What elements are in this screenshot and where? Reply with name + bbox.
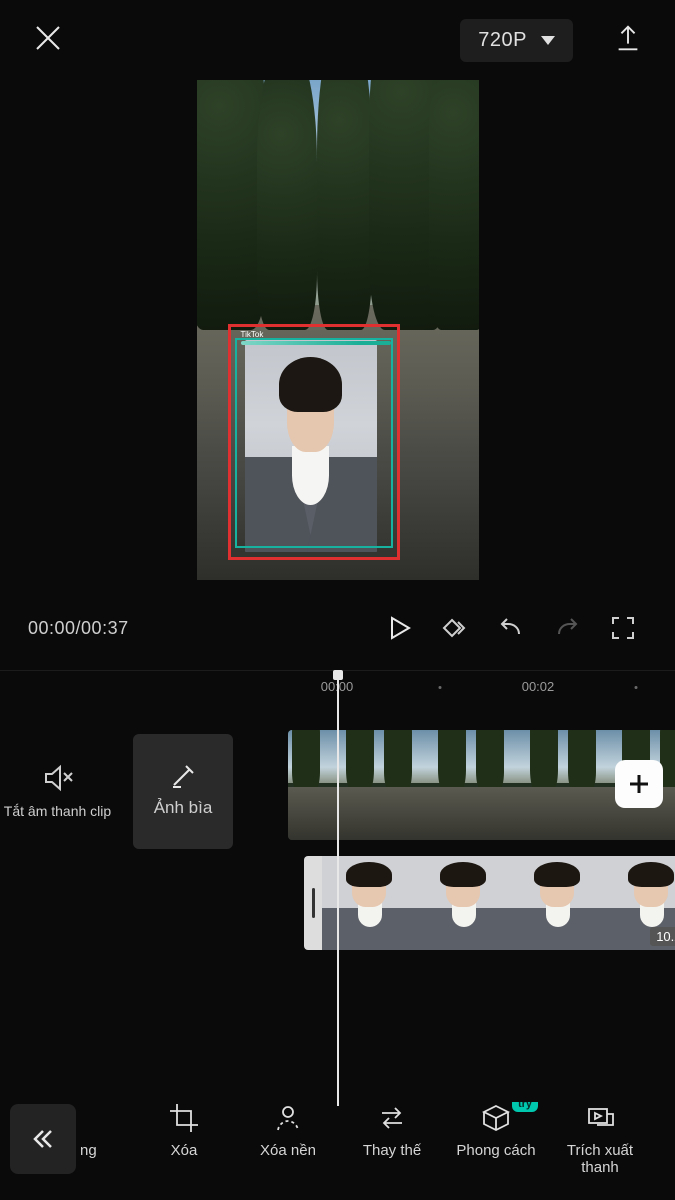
mute-clip-label: Tắt âm thanh clip (4, 802, 111, 820)
undo-icon (497, 614, 525, 642)
video-thumbnail[interactable] (380, 730, 472, 840)
toolbar-label: Xóa (171, 1142, 198, 1159)
resolution-selector[interactable]: 720P (460, 19, 573, 62)
ruler-tick (635, 686, 638, 689)
keyframe-icon (441, 614, 469, 642)
chevron-down-icon (541, 36, 555, 45)
preview-bg-tree (257, 80, 317, 330)
overlay-track[interactable]: 10.2s (304, 856, 675, 950)
top-bar: 720P (0, 0, 675, 80)
preview-bg-tree (429, 80, 479, 330)
redo-icon (553, 614, 581, 642)
export-icon (613, 23, 643, 53)
overlay-thumbnail[interactable] (510, 856, 604, 950)
cover-button[interactable]: Ảnh bìa (133, 734, 233, 849)
toolbar-item-extract[interactable]: Trích xuấtthanh (548, 1102, 652, 1176)
export-button[interactable] (613, 23, 643, 58)
plus-icon (626, 771, 652, 797)
time-readout: 00:00/00:37 (28, 618, 129, 639)
timeline-left-tools: Tắt âm thanh clip Ảnh bìa (0, 734, 233, 849)
fullscreen-button[interactable] (599, 614, 647, 642)
overlay-thumbnail[interactable] (416, 856, 510, 950)
tutorial-highlight-box (228, 324, 400, 560)
toolbar-label: Thay thế (363, 1142, 421, 1159)
clip-trim-handle[interactable] (304, 856, 322, 950)
close-icon (32, 22, 64, 54)
crop-icon (168, 1102, 200, 1134)
speaker-mute-icon (42, 762, 74, 794)
timeline[interactable]: Tắt âm thanh clip Ảnh bìa 10.2s (0, 704, 675, 1044)
fullscreen-icon (609, 614, 637, 642)
video-preview[interactable]: TikTok (197, 80, 479, 580)
try-badge: try (512, 1102, 538, 1112)
toolbar-label: ng (80, 1142, 97, 1159)
overlay-source-label: TikTok (241, 330, 264, 339)
transport-controls: 00:00/00:37 (0, 600, 675, 656)
cube-icon (480, 1102, 512, 1134)
toolbar-item-remove-bg[interactable]: Xóa nền (236, 1102, 340, 1176)
toolbar-label: Trích xuấtthanh (567, 1142, 633, 1176)
preview-area: TikTok (0, 80, 675, 600)
swap-icon (376, 1102, 408, 1134)
person-cutout-icon (272, 1102, 304, 1134)
video-thumbnail[interactable] (288, 730, 380, 840)
ruler-mark: 00:02 (522, 679, 555, 694)
extract-audio-icon (584, 1102, 616, 1134)
close-button[interactable] (32, 22, 64, 59)
chevrons-left-icon (30, 1126, 56, 1152)
edit-icon (170, 763, 196, 789)
play-icon (385, 614, 413, 642)
resolution-label: 720P (478, 29, 527, 52)
toolbar-label: Xóa nền (260, 1142, 316, 1159)
playhead[interactable] (337, 676, 339, 1106)
toolbar-item-crop[interactable]: Xóa (132, 1102, 236, 1176)
top-right-group: 720P (460, 19, 643, 62)
play-button[interactable] (375, 614, 423, 642)
ruler-tick (439, 686, 442, 689)
toolbar-label: Phong cách (456, 1142, 535, 1159)
add-clip-button[interactable] (615, 760, 663, 808)
undo-button[interactable] (487, 614, 535, 642)
toolbar-tools[interactable]: ng Xóa Xóa nền Thay thế try (80, 1102, 675, 1176)
cover-label: Ảnh bìa (154, 797, 213, 819)
clip-duration-badge: 10.2s (650, 927, 675, 946)
mute-clip-button[interactable]: Tắt âm thanh clip (0, 762, 115, 820)
toolbar-item-partial[interactable]: ng (80, 1102, 132, 1176)
preview-bg-tree (317, 80, 372, 330)
overlay-source-bar (241, 341, 391, 345)
video-thumbnail[interactable] (472, 730, 564, 840)
toolbar-item-style[interactable]: try Phong cách (444, 1102, 548, 1176)
toolbar-collapse-button[interactable] (10, 1104, 76, 1174)
keyframe-button[interactable] (431, 614, 479, 642)
toolbar-item-replace[interactable]: Thay thế (340, 1102, 444, 1176)
overlay-thumbnail[interactable]: 10.2s (604, 856, 675, 950)
redo-button[interactable] (543, 614, 591, 642)
